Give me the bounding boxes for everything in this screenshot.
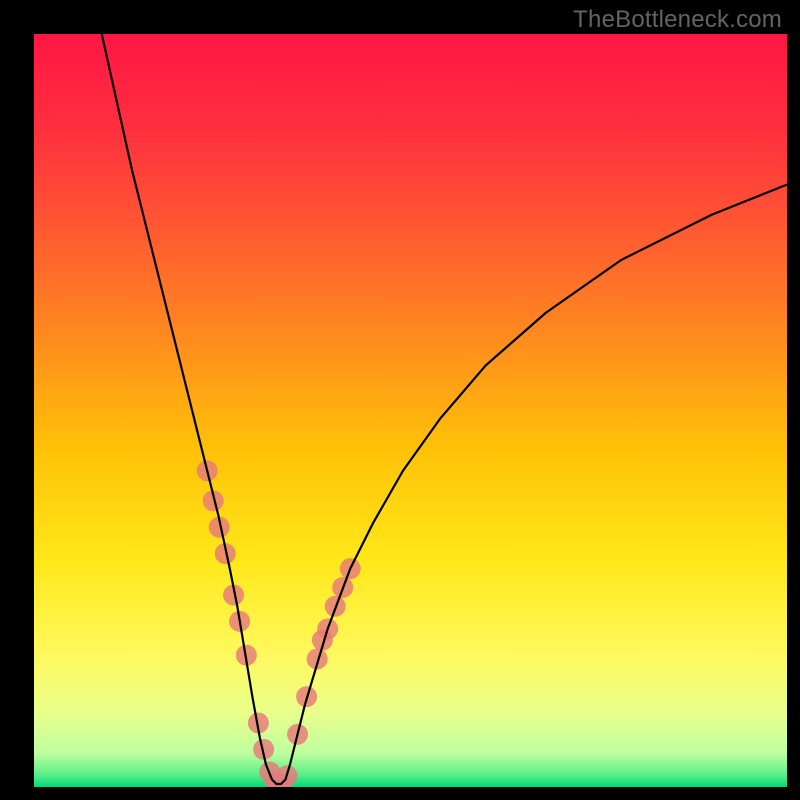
gradient-background	[34, 34, 787, 787]
chart-container: TheBottleneck.com	[0, 0, 800, 800]
bottleneck-chart	[34, 34, 787, 787]
plot-area	[34, 34, 787, 787]
watermark-text: TheBottleneck.com	[573, 6, 782, 34]
